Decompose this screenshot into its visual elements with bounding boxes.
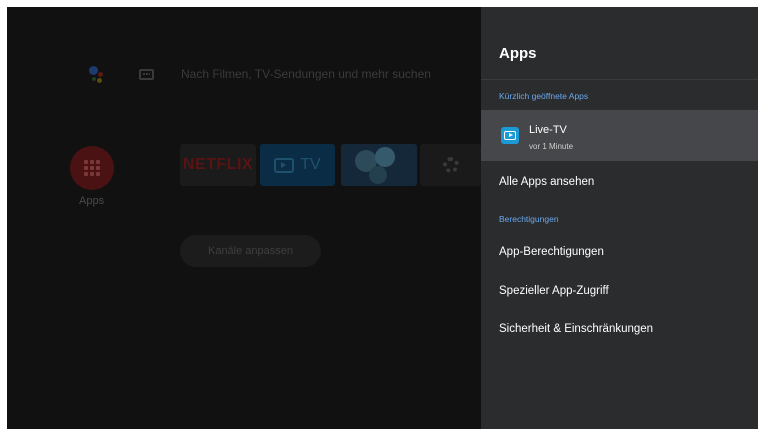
panel-title: Apps <box>499 45 537 62</box>
security-restrictions-item[interactable]: Sicherheit & Einschränkungen <box>499 323 653 335</box>
see-all-apps-item[interactable]: Alle Apps ansehen <box>499 176 594 188</box>
special-app-access-item[interactable]: Spezieller App-Zugriff <box>499 285 609 297</box>
permissions-header: Berechtigungen <box>499 214 559 224</box>
apps-grid-icon <box>84 160 100 176</box>
tv-tile[interactable]: TV <box>260 144 335 186</box>
apps-settings-panel: Apps Kürzlich geöffnete Apps Live-TV vor… <box>481 7 758 429</box>
game-tile[interactable] <box>341 144 417 186</box>
netflix-logo: NETFLIX <box>182 156 254 173</box>
tv-screen: Nach Filmen, TV-Sendungen und mehr suche… <box>7 7 758 429</box>
apps-button[interactable] <box>70 146 114 190</box>
app-permissions-item[interactable]: App-Berechtigungen <box>499 246 604 258</box>
tv-icon <box>274 157 295 173</box>
tv-tile-label: TV <box>300 156 321 173</box>
search-hint[interactable]: Nach Filmen, TV-Sendungen und mehr suche… <box>181 67 431 81</box>
netflix-tile[interactable]: NETFLIX <box>180 144 256 186</box>
recent-apps-header: Kürzlich geöffnete Apps <box>499 91 589 101</box>
recent-app-live-tv[interactable]: Live-TV vor 1 Minute <box>481 110 758 161</box>
customize-channels-button[interactable]: Kanäle anpassen <box>180 235 321 267</box>
recent-app-name: Live-TV <box>529 124 567 136</box>
gear-icon <box>442 157 459 173</box>
apps-label: Apps <box>79 195 105 207</box>
google-assistant-icon[interactable] <box>83 64 107 88</box>
home-launcher: Nach Filmen, TV-Sendungen und mehr suche… <box>7 7 481 429</box>
recent-app-time: vor 1 Minute <box>529 142 574 151</box>
divider <box>481 79 758 80</box>
settings-tile[interactable] <box>420 144 481 186</box>
live-tv-icon <box>501 127 519 144</box>
keyboard-icon[interactable] <box>139 69 154 80</box>
